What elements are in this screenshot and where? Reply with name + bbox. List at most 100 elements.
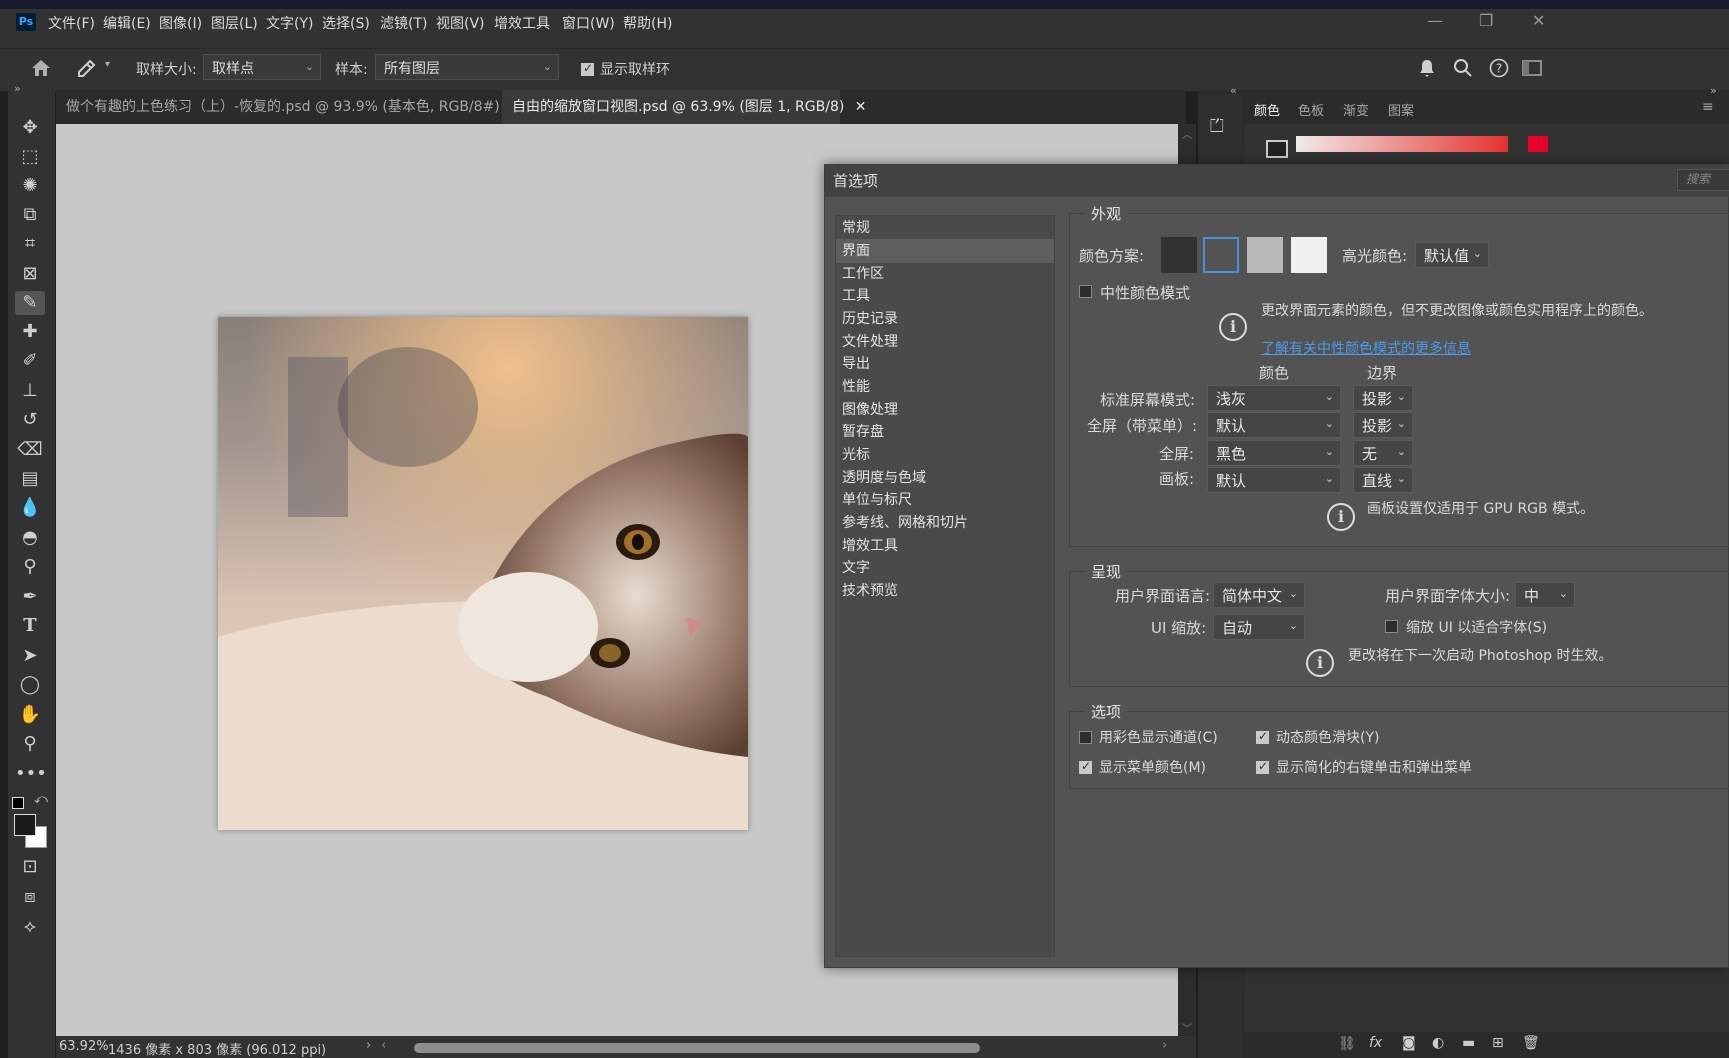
restore-icon[interactable]: ❐ <box>1479 11 1493 30</box>
artboard-border-select[interactable]: 直线 ⌄ <box>1353 467 1413 493</box>
standard-screen-border-select[interactable]: 投影 ⌄ <box>1353 385 1413 411</box>
scroll-left-icon[interactable]: ‹ <box>381 1038 386 1053</box>
collapse-panel-icon[interactable]: » <box>14 82 21 95</box>
path-selection-tool-icon[interactable]: ➤ <box>15 644 45 668</box>
healing-brush-tool-icon[interactable]: ✚ <box>15 320 45 344</box>
eyedropper-tool-icon[interactable] <box>76 59 96 79</box>
home-icon[interactable] <box>30 58 52 78</box>
quick-mask-icon[interactable]: ⊡ <box>15 855 45 879</box>
help-icon[interactable]: ? <box>1489 58 1509 82</box>
crop-tool-icon[interactable]: ⌗ <box>15 232 45 256</box>
ellipse-tool-icon[interactable]: ◯ <box>15 673 45 697</box>
menu-plugins[interactable]: 增效工具 <box>494 13 550 33</box>
document-tab-2[interactable]: 自由的缩放窗口视图.psd @ 63.9% (图层 1, RGB/8) ✕ <box>502 90 867 124</box>
nav-general[interactable]: 常规 <box>836 216 1054 240</box>
current-color-swatch[interactable] <box>1528 136 1548 152</box>
menu-select[interactable]: 选择(S) <box>322 13 370 33</box>
more-tools-icon[interactable]: ••• <box>15 762 47 786</box>
nav-units-rulers[interactable]: 单位与标尺 <box>836 488 1054 512</box>
fullscreen-menu-color-select[interactable]: 默认 ⌄ <box>1207 412 1341 438</box>
tab-color[interactable]: 颜色 <box>1254 100 1280 119</box>
sample-size-select[interactable]: 取样点 ⌄ <box>203 54 321 80</box>
color-scheme-dark[interactable] <box>1203 237 1239 273</box>
nav-image-processing[interactable]: 图像处理 <box>836 398 1054 422</box>
scroll-right-icon[interactable]: › <box>1162 1038 1167 1053</box>
eraser-tool-icon[interactable]: ⌫ <box>15 438 45 462</box>
move-tool-icon[interactable]: ✥ <box>15 116 45 140</box>
menu-colors-checkbox[interactable] <box>1079 759 1092 774</box>
zoom-tool-icon[interactable]: ⚲ <box>15 732 45 756</box>
link-icon[interactable]: ⛓ <box>1338 1036 1356 1052</box>
nav-type[interactable]: 文字 <box>836 556 1054 580</box>
scroll-up-icon[interactable]: ︿ <box>1182 126 1192 141</box>
color-spectrum[interactable] <box>1296 136 1508 152</box>
nav-transparency[interactable]: 透明度与色域 <box>836 466 1054 490</box>
fullscreen-color-select[interactable]: 黑色 ⌄ <box>1207 440 1341 466</box>
nav-technology-previews[interactable]: 技术预览 <box>836 579 1054 603</box>
hand-tool-icon[interactable]: ✋ <box>15 703 45 727</box>
quick-selection-tool-icon[interactable]: ✺ <box>15 174 45 198</box>
standard-screen-color-select[interactable]: 浅灰 ⌄ <box>1207 385 1341 411</box>
notification-bell-icon[interactable] <box>1418 58 1436 82</box>
scroll-down-icon[interactable]: ﹀ <box>1182 1020 1192 1035</box>
highlight-color-select[interactable]: 默认值 ⌄ <box>1415 242 1489 268</box>
sample-select[interactable]: 所有图层 ⌄ <box>375 54 559 80</box>
nav-performance[interactable]: 性能 <box>836 375 1054 399</box>
blur-tool-icon[interactable]: 💧 <box>15 496 45 520</box>
default-colors-icon[interactable] <box>12 797 24 809</box>
mask-icon[interactable]: ◙ <box>1402 1035 1416 1051</box>
fullscreen-border-select[interactable]: 无 ⌄ <box>1353 440 1413 466</box>
generative-icon[interactable]: ⟡ <box>15 915 45 939</box>
nav-history-log[interactable]: 历史记录 <box>836 307 1054 331</box>
workspace-icon[interactable] <box>1522 60 1542 80</box>
document-info-arrow-icon[interactable]: › <box>366 1038 371 1053</box>
dodge-tool-icon[interactable]: ◓ <box>15 526 45 550</box>
search-field[interactable]: 搜索 <box>1677 169 1729 191</box>
menu-edit[interactable]: 编辑(E) <box>103 13 151 33</box>
marquee-tool-icon[interactable]: ⬚ <box>15 145 45 169</box>
menu-image[interactable]: 图像(I) <box>159 13 202 33</box>
nav-file-handling[interactable]: 文件处理 <box>836 330 1054 354</box>
color-scheme-light[interactable] <box>1247 237 1283 273</box>
menu-help[interactable]: 帮助(H) <box>623 13 672 33</box>
nav-plugins[interactable]: 增效工具 <box>836 534 1054 558</box>
gradient-tool-icon[interactable]: ▤ <box>15 467 45 491</box>
close-icon[interactable]: ✕ <box>1532 11 1545 30</box>
menu-file[interactable]: 文件(F) <box>48 13 95 33</box>
screen-mode-icon[interactable]: ⧈ <box>15 885 45 909</box>
search-icon[interactable] <box>1453 58 1473 82</box>
ui-language-select[interactable]: 简体中文 ⌄ <box>1213 582 1305 608</box>
menu-layer[interactable]: 图层(L) <box>211 13 258 33</box>
neutral-mode-checkbox[interactable] <box>1079 285 1092 298</box>
menu-filter[interactable]: 滤镜(T) <box>380 13 427 33</box>
fg-bg-mini-icon[interactable] <box>1266 140 1288 158</box>
ui-scale-select[interactable]: 自动 ⌄ <box>1213 614 1305 640</box>
nav-export[interactable]: 导出 <box>836 352 1054 376</box>
history-brush-tool-icon[interactable]: ↺ <box>15 408 45 432</box>
tab-gradients[interactable]: 渐变 <box>1343 100 1369 119</box>
swap-colors-icon[interactable]: ⤺ <box>34 792 48 807</box>
eyedropper-icon[interactable]: ✎ <box>15 291 45 315</box>
tab-patterns[interactable]: 图案 <box>1388 100 1414 119</box>
pen-tool-icon[interactable]: ✒ <box>15 585 45 609</box>
horizontal-scrollbar-thumb[interactable] <box>414 1043 980 1053</box>
dynamic-sliders-checkbox[interactable] <box>1256 729 1269 744</box>
history-panel-icon[interactable]: ⏍ <box>1210 116 1224 137</box>
foreground-color-swatch[interactable] <box>14 814 36 836</box>
color-channels-checkbox[interactable] <box>1079 731 1092 744</box>
show-ring-checkbox[interactable] <box>581 61 594 76</box>
nav-cursors[interactable]: 光标 <box>836 443 1054 467</box>
new-layer-icon[interactable]: ⊞ <box>1492 1035 1504 1051</box>
menu-type[interactable]: 文字(Y) <box>266 13 313 33</box>
menu-view[interactable]: 视图(V) <box>436 13 485 33</box>
panel-menu-icon[interactable]: ≡ <box>1702 99 1714 115</box>
object-selection-tool-icon[interactable]: ⧉ <box>15 203 45 227</box>
clone-stamp-tool-icon[interactable]: ⊥ <box>15 379 45 403</box>
zoom-level[interactable]: 63.92% <box>59 1039 109 1054</box>
frame-tool-icon[interactable]: ⊠ <box>15 262 45 286</box>
document-image[interactable] <box>218 317 748 830</box>
nav-guides-grid[interactable]: 参考线、网格和切片 <box>836 511 1054 535</box>
type-tool-icon[interactable]: T <box>15 614 45 638</box>
nav-tools[interactable]: 工具 <box>836 284 1054 308</box>
minimize-icon[interactable]: — <box>1427 11 1443 30</box>
